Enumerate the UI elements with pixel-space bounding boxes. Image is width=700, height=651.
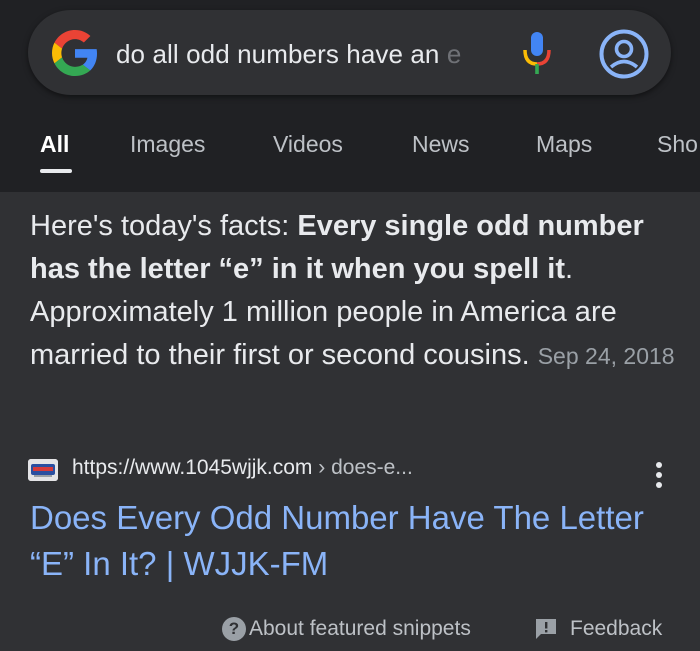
snippet-footer: ? About featured snippets Feedback bbox=[0, 612, 700, 648]
help-circle-icon: ? bbox=[222, 617, 246, 641]
google-g-icon[interactable] bbox=[52, 30, 98, 76]
feedback-icon bbox=[536, 619, 556, 639]
tab-videos[interactable]: Videos bbox=[273, 131, 343, 158]
active-tab-indicator bbox=[40, 169, 72, 173]
tab-images[interactable]: Images bbox=[130, 131, 205, 158]
more-vert-icon[interactable] bbox=[654, 460, 664, 490]
result-url[interactable]: https://www.1045wjjk.com › does-e... bbox=[72, 456, 413, 480]
snippet-intro: Here's today's facts: bbox=[30, 210, 298, 242]
account-icon[interactable] bbox=[598, 28, 650, 80]
query-text: do all odd numbers have an bbox=[116, 39, 440, 69]
tab-news[interactable]: News bbox=[412, 131, 470, 158]
header: do all odd numbers have an e All Images … bbox=[0, 0, 700, 192]
search-tabs: All Images Videos News Maps Sho bbox=[0, 125, 700, 185]
site-favicon bbox=[28, 459, 58, 481]
microphone-icon[interactable] bbox=[520, 28, 554, 78]
about-featured-snippets-label: About featured snippets bbox=[249, 617, 471, 640]
tab-shopping[interactable]: Sho bbox=[657, 131, 698, 158]
featured-snippet-text: Here's today's facts: Every single odd n… bbox=[30, 205, 680, 378]
snippet-date: Sep 24, 2018 bbox=[537, 343, 675, 369]
result-source[interactable]: https://www.1045wjjk.com › does-e... bbox=[28, 452, 688, 492]
search-bar[interactable]: do all odd numbers have an e bbox=[28, 10, 671, 95]
tab-maps[interactable]: Maps bbox=[536, 131, 592, 158]
result-domain: https://www.1045wjjk.com bbox=[72, 456, 313, 479]
feedback-button[interactable]: Feedback bbox=[534, 617, 662, 645]
search-input[interactable]: do all odd numbers have an e bbox=[116, 34, 461, 74]
feedback-label: Feedback bbox=[570, 617, 663, 640]
query-overflow-text: e bbox=[439, 39, 462, 69]
about-featured-snippets-link[interactable]: ? About featured snippets bbox=[222, 617, 471, 645]
result-title-link[interactable]: Does Every Odd Number Have The Letter “E… bbox=[30, 495, 670, 587]
result-breadcrumb: › does-e... bbox=[312, 456, 413, 479]
tab-all[interactable]: All bbox=[40, 131, 69, 158]
